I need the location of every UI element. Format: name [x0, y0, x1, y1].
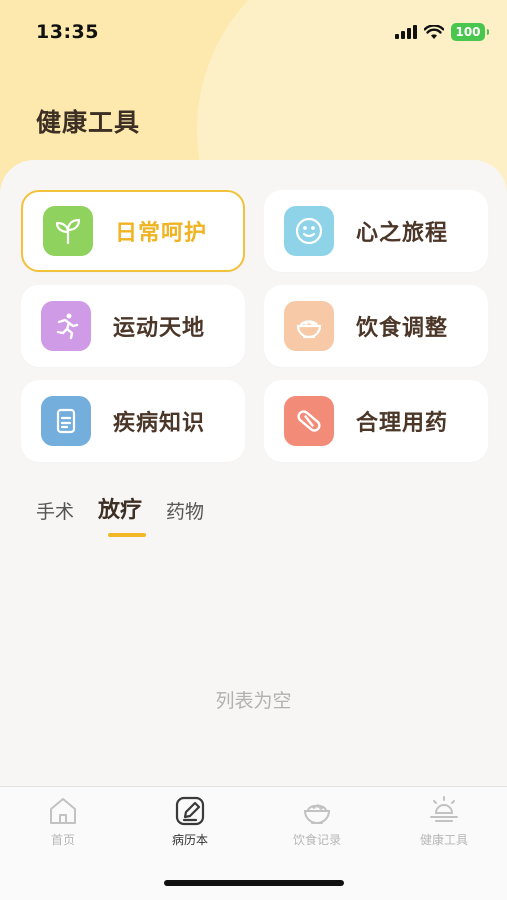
home-indicator [164, 880, 344, 886]
sprout-icon [43, 206, 93, 256]
tool-label: 合理用药 [356, 411, 449, 436]
status-bar: 13:35 100 [0, 0, 507, 64]
tabbar-item-home[interactable]: 首页 [0, 795, 126, 848]
tool-label: 日常呵护 [115, 221, 208, 246]
page-title: 健康工具 [36, 108, 141, 137]
tabbar-label: 饮食记录 [292, 833, 341, 847]
tab-surgery[interactable]: 手术 [36, 497, 74, 524]
status-indicators: 100 [395, 23, 489, 41]
wifi-icon [424, 24, 444, 39]
tool-label: 心之旅程 [356, 221, 449, 246]
running-person-icon [41, 301, 91, 351]
tool-card-exercise[interactable]: 运动天地 [21, 285, 245, 367]
pill-icon [284, 396, 334, 446]
rice-bowl-icon [284, 301, 334, 351]
tab-radiotherapy[interactable]: 放疗 [98, 492, 142, 524]
tabbar-item-health-tools[interactable]: 健康工具 [381, 795, 507, 848]
battery-icon: 100 [451, 23, 489, 41]
tabbar-label: 病历本 [171, 833, 208, 847]
document-icon [41, 396, 91, 446]
tool-label: 饮食调整 [356, 316, 449, 341]
category-tabs: 手术 放疗 药物 [36, 492, 204, 524]
tabbar-item-medical-record[interactable]: 病历本 [127, 795, 253, 848]
tool-label: 疾病知识 [113, 411, 206, 436]
tool-card-daily-care[interactable]: 日常呵护 [21, 190, 245, 272]
status-time: 13:35 [36, 21, 99, 43]
tabbar-item-diet-record[interactable]: 饮食记录 [254, 795, 380, 848]
home-icon [50, 798, 76, 824]
tabbar-label: 首页 [50, 833, 75, 847]
edit-pen-icon [175, 796, 205, 826]
tabbar-label: 健康工具 [419, 833, 468, 847]
active-tab-indicator [108, 533, 146, 537]
tool-card-disease-knowledge[interactable]: 疾病知识 [21, 380, 245, 462]
signal-icon [395, 25, 417, 39]
tab-medicine[interactable]: 药物 [166, 497, 204, 524]
smiley-face-icon [284, 206, 334, 256]
tool-card-medication[interactable]: 合理用药 [264, 380, 488, 462]
tool-label: 运动天地 [113, 316, 206, 341]
sunrise-icon [430, 796, 458, 822]
tool-card-heart-journey[interactable]: 心之旅程 [264, 190, 488, 272]
tool-card-diet[interactable]: 饮食调整 [264, 285, 488, 367]
empty-list-message: 列表为空 [215, 690, 292, 712]
rice-bowl-icon [303, 804, 331, 824]
